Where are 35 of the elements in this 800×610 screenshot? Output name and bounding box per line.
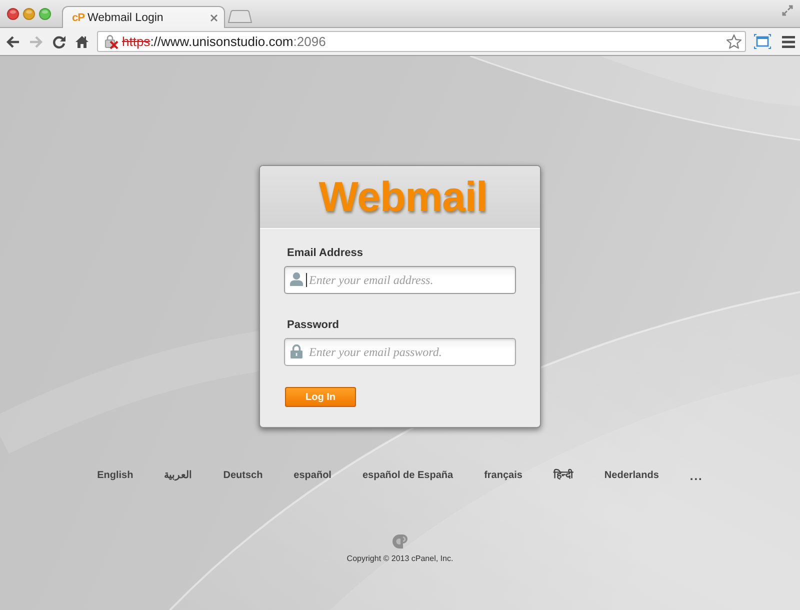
reload-icon[interactable] [52,34,66,48]
language-link[interactable]: हिन्दी [553,470,574,482]
close-window-button[interactable] [7,8,19,20]
language-link[interactable]: English [97,470,134,482]
more-languages-link[interactable]: ... [690,470,703,482]
language-link[interactable]: العربية [164,470,192,482]
field-label: Password [286,319,339,331]
minimize-window-button[interactable] [23,8,35,20]
back-icon[interactable] [6,34,20,48]
zoom-window-button[interactable] [39,8,51,20]
window-frame-icon[interactable] [754,34,771,49]
language-link[interactable]: français [484,470,522,482]
broken-lock-icon[interactable] [104,34,119,49]
field-label: Email Address [286,247,364,259]
close-icon[interactable] [210,14,218,22]
home-icon[interactable] [75,34,89,48]
new-tab-button[interactable] [228,10,252,23]
email-field[interactable]: Enter your email address. [284,266,516,294]
logo-icon [392,534,408,549]
language-link[interactable]: Deutsch [223,470,263,482]
language-link[interactable]: español de España [362,470,454,482]
address-bar[interactable]: https://www.unisonstudio.com:2096 [97,31,746,52]
browser-tab[interactable]: cP Webmail Login [62,6,225,28]
password-field[interactable]: Enter your email password. [284,338,516,366]
language-link[interactable]: español [294,470,332,482]
text-cursor [306,273,307,287]
menu-icon[interactable] [782,36,795,48]
webmail-heading: Webmail [318,174,488,220]
lock-icon [290,344,303,359]
language-link[interactable]: Nederlands [604,470,659,482]
fullscreen-icon[interactable] [782,5,793,16]
bookmark-star-icon[interactable] [726,34,742,49]
user-icon [290,272,303,287]
favicon-icon: cP [72,12,84,24]
copyright-text: Copyright © 2013 cPanel, Inc. [346,554,454,564]
